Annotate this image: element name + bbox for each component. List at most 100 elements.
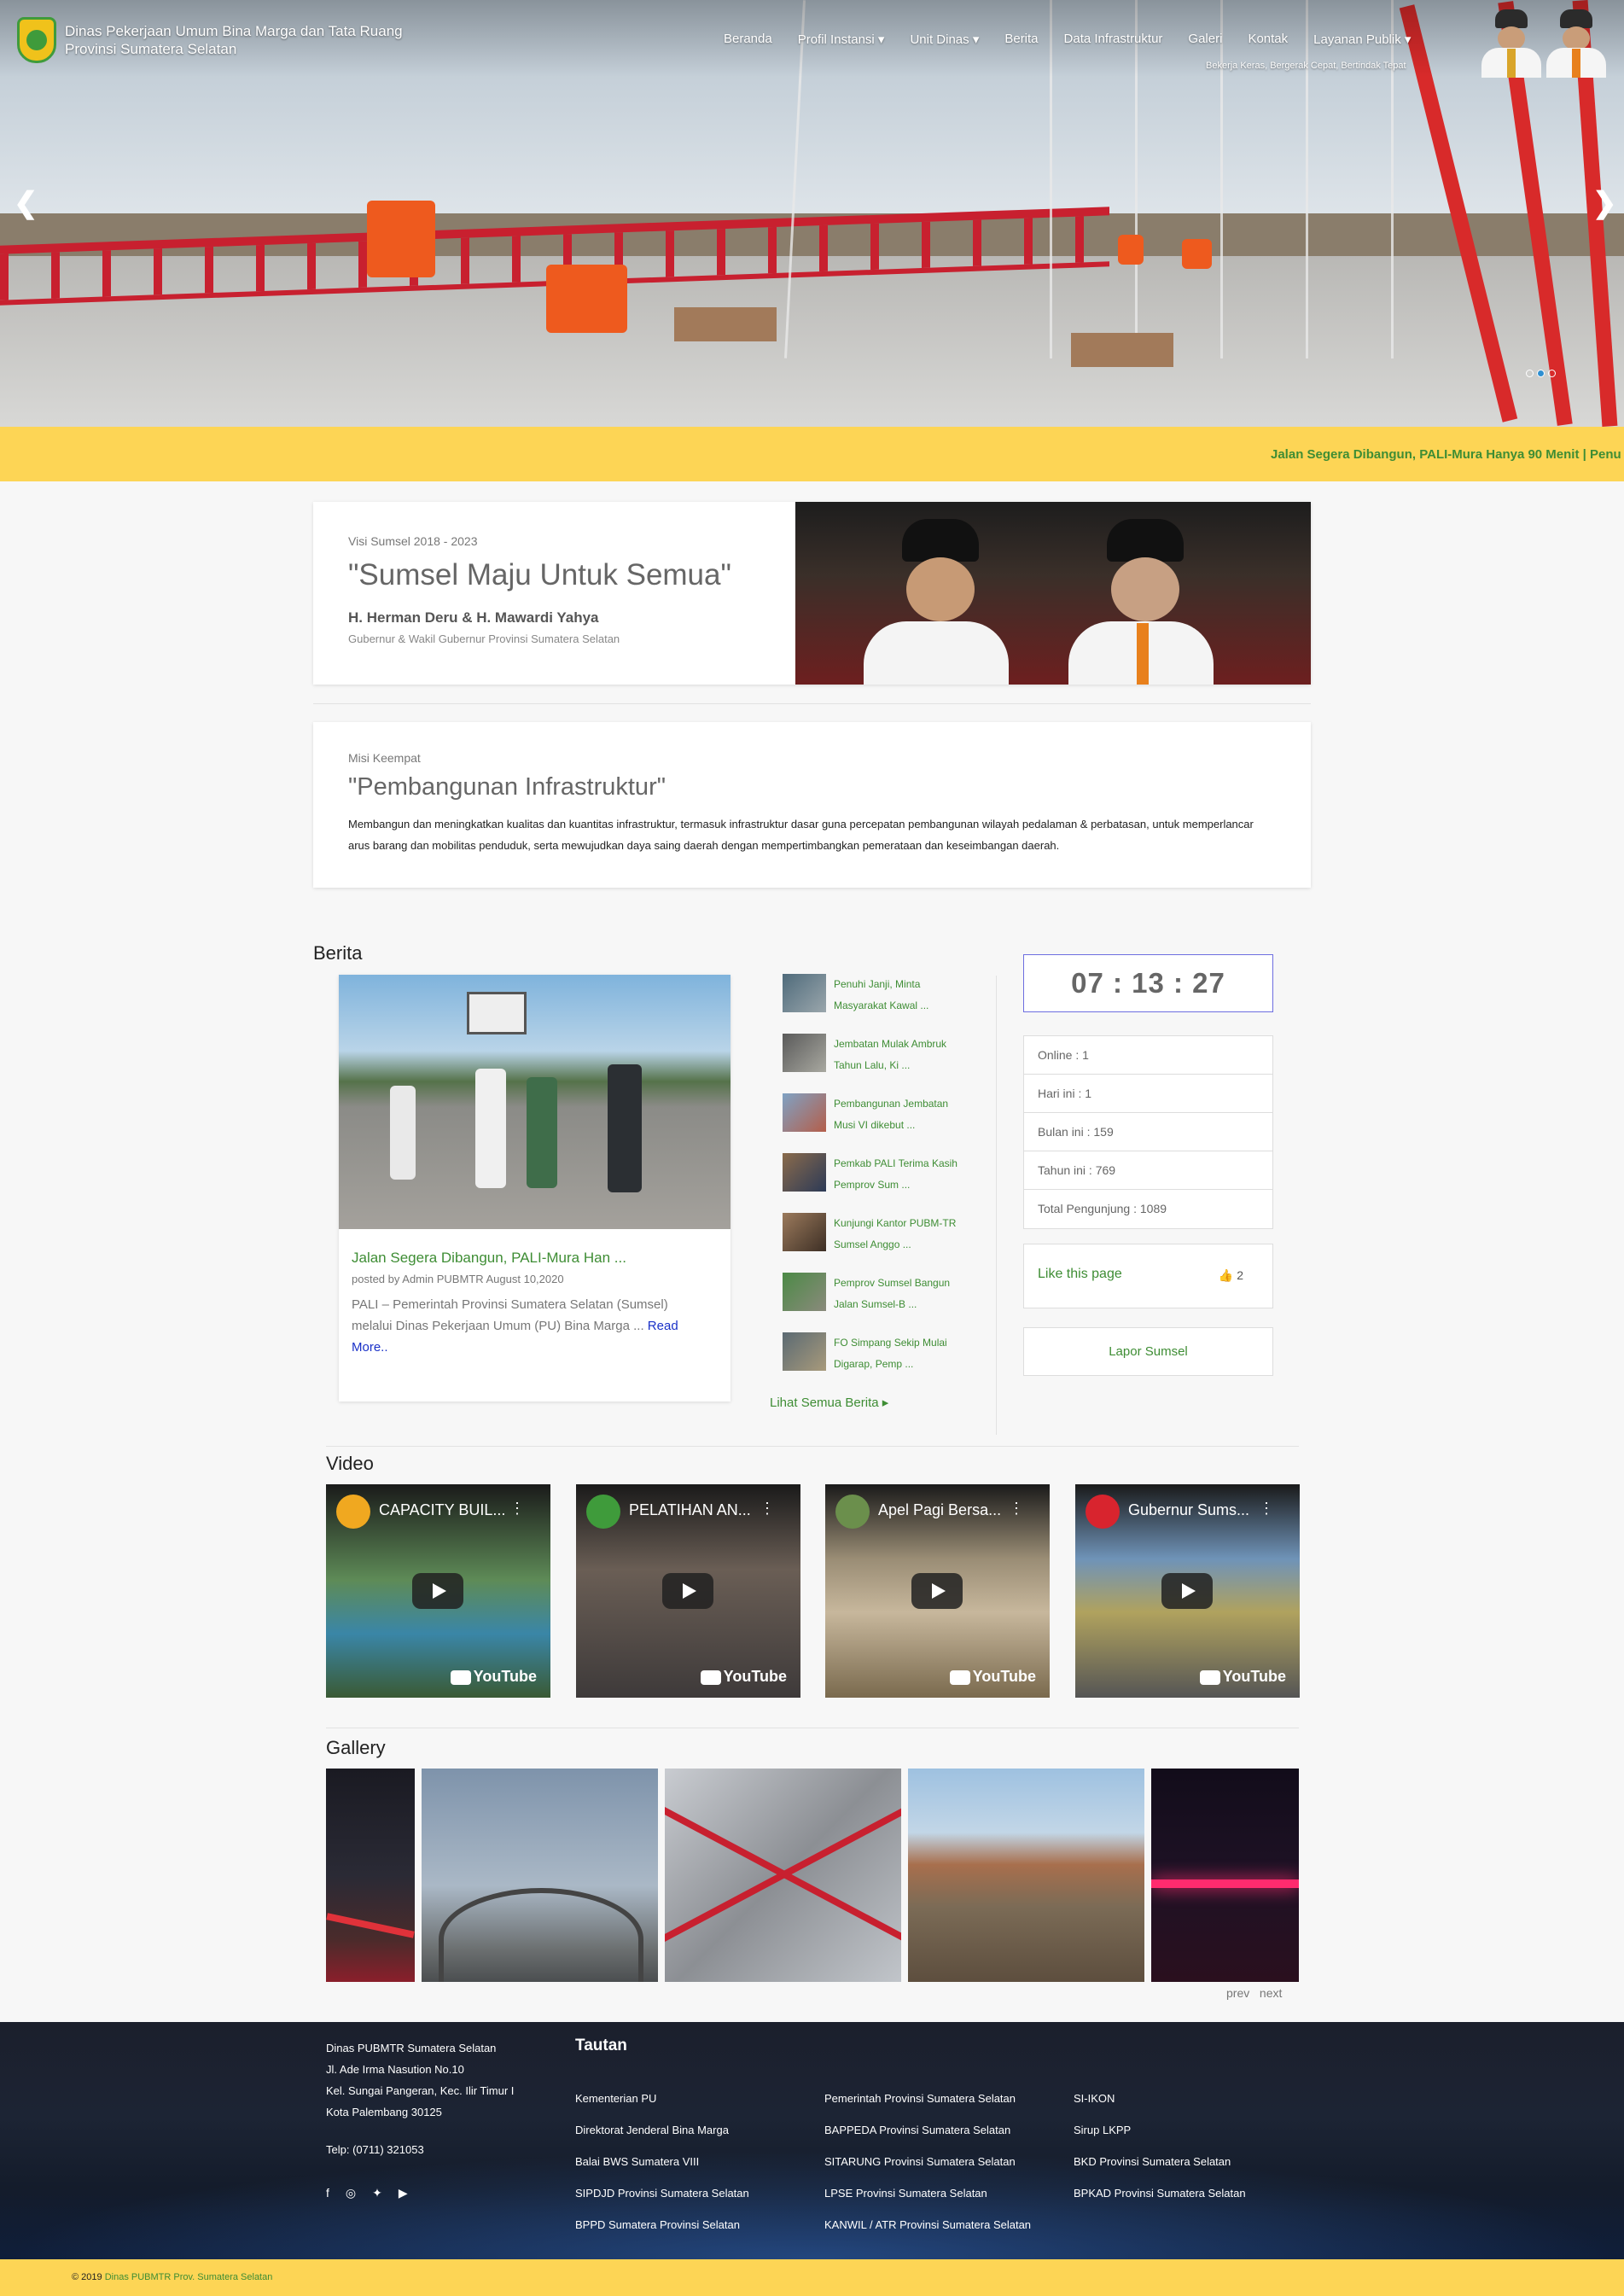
tagline: Bekerja Keras, Bergerak Cepat, Bertindak… (1206, 61, 1406, 71)
footer-link[interactable]: BAPPEDA Provinsi Sumatera Selatan (824, 2114, 1031, 2146)
menu-unit-dinas[interactable]: Unit Dinas ▾ (910, 32, 979, 47)
play-icon[interactable] (412, 1573, 463, 1609)
slide-dot-2[interactable] (1537, 370, 1545, 377)
province-logo-icon (17, 17, 56, 63)
youtube-logo: YouTube (949, 1668, 1036, 1686)
stat-online: Online : 1 (1024, 1036, 1272, 1075)
list-item[interactable]: FO Simpang Sekip Mulai Digarap, Pemp ... (783, 1332, 970, 1392)
footer-link[interactable]: SI-IKON (1074, 2083, 1246, 2114)
list-item[interactable]: Kunjungi Kantor PUBM-TR Sumsel Anggo ... (783, 1213, 970, 1273)
misi-title: "Pembangunan Infrastruktur" (348, 773, 666, 801)
menu-profil-instansi[interactable]: Profil Instansi ▾ (798, 32, 885, 47)
video-player[interactable]: PELATIHAN AN... ⋮ YouTube (576, 1484, 800, 1698)
thumbs-up-icon: 👍 (1218, 1268, 1234, 1282)
news-thumbnail (783, 1093, 826, 1132)
chevron-left-icon[interactable]: ❮ (14, 186, 38, 220)
footer-link[interactable]: BPPD Sumatera Provinsi Selatan (575, 2209, 749, 2241)
gallery-next-link[interactable]: next (1260, 1986, 1282, 2000)
footer-link[interactable]: BPKAD Provinsi Sumatera Selatan (1074, 2177, 1246, 2209)
misi-label: Misi Keempat (348, 751, 421, 765)
more-options-icon[interactable]: ⋮ (760, 1500, 775, 1518)
menu-kontak[interactable]: Kontak (1248, 32, 1288, 47)
footer-link[interactable]: LPSE Provinsi Sumatera Selatan (824, 2177, 1031, 2209)
channel-avatar (586, 1495, 620, 1529)
instagram-icon[interactable]: ◎ (346, 2186, 356, 2200)
gallery-prev-link[interactable]: prev (1226, 1986, 1249, 2000)
gallery-image[interactable] (422, 1769, 658, 1982)
play-icon[interactable] (1161, 1573, 1213, 1609)
digital-clock: 07 : 13 : 27 (1023, 954, 1273, 1012)
misi-card: Misi Keempat "Pembangunan Infrastruktur"… (313, 722, 1311, 888)
gallery-image[interactable] (665, 1769, 901, 1982)
twitter-icon[interactable]: ✦ (372, 2186, 382, 2200)
youtube-icon[interactable]: ▶ (399, 2186, 408, 2200)
gallery-image[interactable] (908, 1769, 1144, 1982)
tautan-heading: Tautan (575, 2037, 627, 2054)
footer-link[interactable]: Sirup LKPP (1074, 2114, 1246, 2146)
like-box[interactable]: Like this page 👍 2 (1023, 1244, 1273, 1308)
footer-link[interactable]: BKD Provinsi Sumatera Selatan (1074, 2146, 1246, 2177)
facebook-icon[interactable]: f (326, 2186, 329, 2200)
video-player[interactable]: Gubernur Sums... ⋮ YouTube (1075, 1484, 1300, 1698)
more-options-icon[interactable]: ⋮ (509, 1500, 525, 1518)
footer-link[interactable]: Pemerintah Provinsi Sumatera Selatan (824, 2083, 1031, 2114)
like-label[interactable]: Like this page (1038, 1267, 1122, 1282)
brand[interactable]: Dinas Pekerjaan Umum Bina Marga dan Tata… (17, 17, 403, 63)
copyright-text: © 2019 Dinas PUBMTR Prov. Sumatera Selat… (72, 2272, 273, 2282)
list-item[interactable]: Penuhi Janji, Minta Masyarakat Kawal ... (783, 974, 970, 1034)
news-ticker: Jalan Segera Dibangun, PALI-Mura Hanya 9… (0, 427, 1624, 481)
footer-links-col2: Pemerintah Provinsi Sumatera Selatan BAP… (824, 2083, 1031, 2241)
featured-news-image[interactable] (339, 975, 731, 1229)
list-item[interactable]: Pemprov Sumsel Bangun Jalan Sumsel-B ... (783, 1273, 970, 1332)
divider (313, 703, 1311, 704)
list-item[interactable]: Pemkab PALI Terima Kasih Pemprov Sum ... (783, 1153, 970, 1213)
brand-line2: Provinsi Sumatera Selatan (65, 41, 237, 57)
play-icon[interactable] (911, 1573, 963, 1609)
more-options-icon[interactable]: ⋮ (1259, 1500, 1274, 1518)
menu-berita[interactable]: Berita (1004, 32, 1038, 47)
footer-link[interactable]: Balai BWS Sumatera VIII (575, 2146, 749, 2177)
news-thumbnail (783, 1034, 826, 1072)
ticker-text[interactable]: Jalan Segera Dibangun, PALI-Mura Hanya 9… (1271, 447, 1621, 462)
copyright-bar: © 2019 Dinas PUBMTR Prov. Sumatera Selat… (0, 2259, 1624, 2296)
chevron-right-icon[interactable]: ❯ (1592, 186, 1617, 220)
copyright-link[interactable]: Dinas PUBMTR Prov. Sumatera Selatan (105, 2272, 273, 2282)
footer-link[interactable]: Kementerian PU (575, 2083, 749, 2114)
footer-link[interactable]: SIPDJD Provinsi Sumatera Selatan (575, 2177, 749, 2209)
menu-beranda[interactable]: Beranda (724, 32, 772, 47)
list-item[interactable]: Pembangunan Jembatan Musi VI dikebut ... (783, 1093, 970, 1153)
footer-link[interactable]: KANWIL / ATR Provinsi Sumatera Selatan (824, 2209, 1031, 2241)
visitor-stats: Online : 1 Hari ini : 1 Bulan ini : 159 … (1023, 1035, 1273, 1229)
divider (996, 976, 997, 1435)
menu-layanan-publik[interactable]: Layanan Publik ▾ (1313, 32, 1411, 47)
more-options-icon[interactable]: ⋮ (1009, 1500, 1024, 1518)
brand-line1: Dinas Pekerjaan Umum Bina Marga dan Tata… (65, 23, 403, 39)
video-player[interactable]: Apel Pagi Bersa... ⋮ YouTube (825, 1484, 1050, 1698)
gallery-pager: prev next (1226, 1986, 1282, 2000)
hero-slider: Dinas Pekerjaan Umum Bina Marga dan Tata… (0, 0, 1624, 427)
footer-link[interactable]: SITARUNG Provinsi Sumatera Selatan (824, 2146, 1031, 2177)
video-title: CAPACITY BUIL... (379, 1501, 506, 1518)
slide-dot-3[interactable] (1548, 370, 1556, 377)
visi-names: H. Herman Deru & H. Mawardi Yahya (348, 609, 599, 626)
video-player[interactable]: CAPACITY BUIL... ⋮ YouTube (326, 1484, 550, 1698)
featured-news-title[interactable]: Jalan Segera Dibangun, PALI-Mura Han ... (352, 1250, 626, 1267)
governor-photo (1464, 5, 1618, 78)
divider (326, 1446, 1299, 1447)
menu-data-infrastruktur[interactable]: Data Infrastruktur (1064, 32, 1163, 47)
video-title: Gubernur Sums... (1128, 1501, 1250, 1518)
footer (0, 2022, 1624, 2259)
lapor-sumsel-button[interactable]: Lapor Sumsel (1023, 1327, 1273, 1376)
footer-links-col3: SI-IKON Sirup LKPP BKD Provinsi Sumatera… (1074, 2083, 1246, 2209)
footer-link[interactable]: Direktorat Jenderal Bina Marga (575, 2114, 749, 2146)
play-icon[interactable] (662, 1573, 713, 1609)
news-thumbnail (783, 974, 826, 1012)
slide-dot-1[interactable] (1526, 370, 1534, 377)
gallery-image[interactable] (326, 1769, 415, 1982)
like-count: 👍 2 (1218, 1268, 1243, 1282)
list-item[interactable]: Jembatan Mulak Ambruk Tahun Lalu, Ki ... (783, 1034, 970, 1093)
gallery-image[interactable] (1151, 1769, 1299, 1982)
visi-label: Visi Sumsel 2018 - 2023 (348, 534, 478, 548)
see-all-news-link[interactable]: Lihat Semua Berita ▸ (770, 1395, 888, 1410)
menu-galeri[interactable]: Galeri (1188, 32, 1222, 47)
